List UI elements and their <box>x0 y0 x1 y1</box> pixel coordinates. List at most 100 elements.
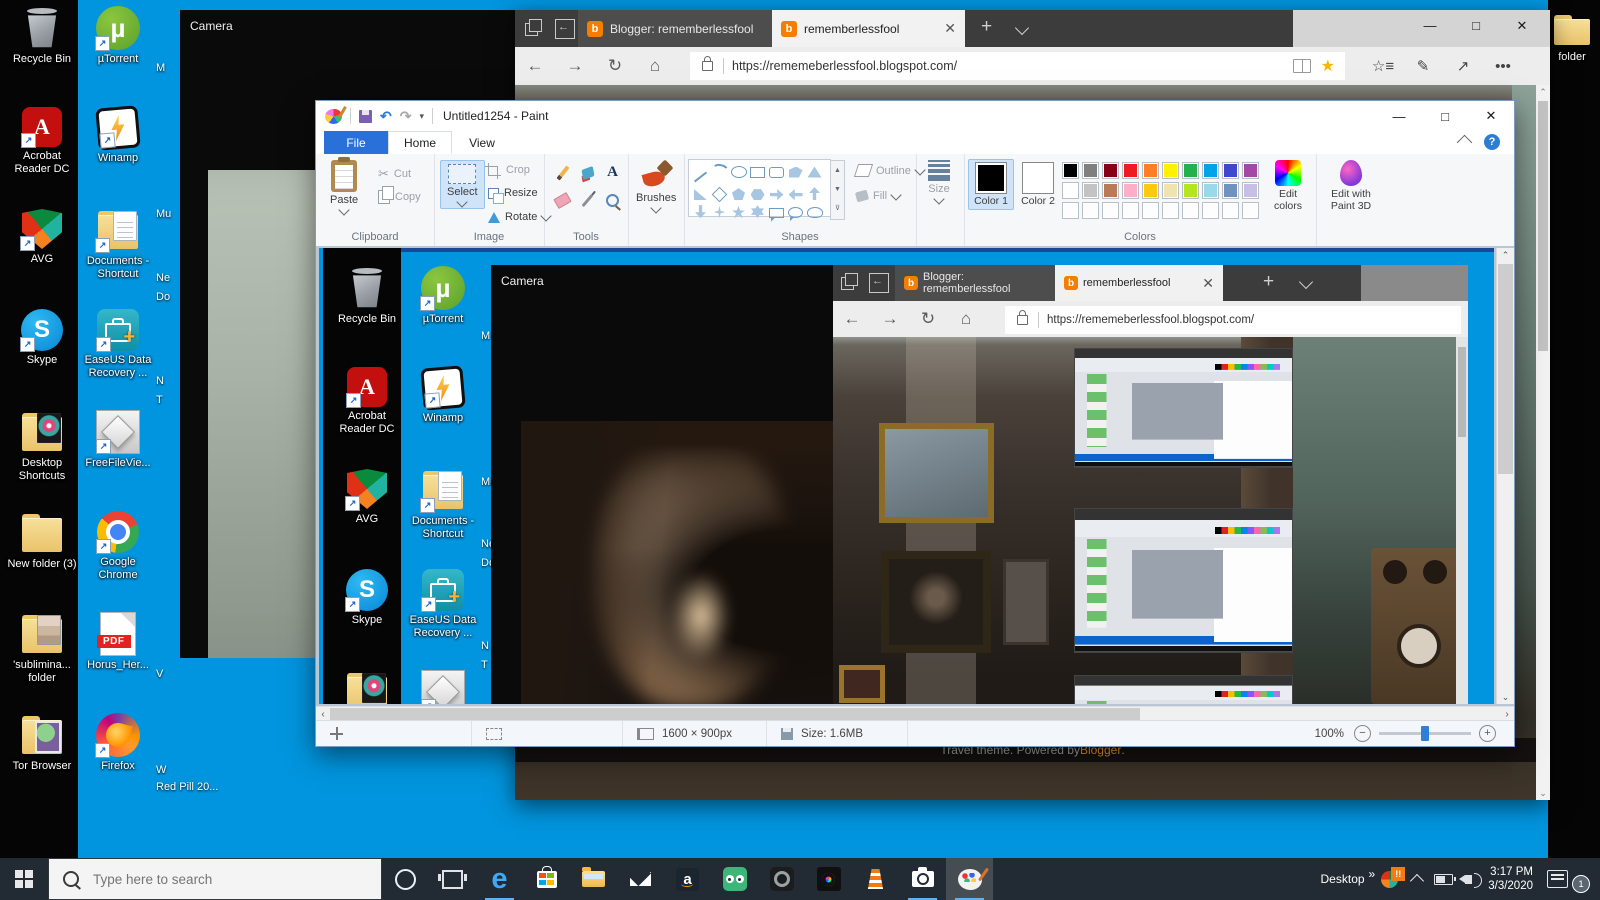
scroll-down-icon[interactable]: ⌄ <box>1497 690 1514 704</box>
palette-empty-slot[interactable] <box>1142 202 1159 219</box>
color-picker-tool-icon[interactable] <box>579 192 596 209</box>
shape-six-point-star[interactable] <box>748 203 767 220</box>
palette-color-880015[interactable] <box>1102 162 1119 179</box>
hidden-icons-chevron-icon[interactable] <box>1410 873 1425 889</box>
desktop-icon-recycle-bin[interactable]: Recycle Bin <box>4 6 80 107</box>
desktop-icon-winamp[interactable]: Winamp <box>405 365 481 468</box>
shape-rounded-callout[interactable] <box>767 205 786 222</box>
resize-button[interactable]: Resize <box>488 187 538 204</box>
shape-right-arrow[interactable] <box>767 186 786 203</box>
tab-blogger[interactable]: b Blogger: rememberlessfool <box>578 10 772 47</box>
search-input[interactable] <box>91 870 345 888</box>
shape-four-point-star[interactable] <box>710 204 729 221</box>
desktop-icon-skype[interactable]: S Skype <box>4 309 80 410</box>
maximize-button[interactable]: □ <box>1422 101 1468 131</box>
desktop-icon-sublimina-folder[interactable]: 'sublimina... folder <box>4 612 80 713</box>
tab-close-icon[interactable]: ✕ <box>944 20 956 37</box>
taskbar-amazon-button[interactable]: a <box>664 858 711 900</box>
share-icon[interactable]: ↗ <box>1443 57 1483 75</box>
palette-empty-slot[interactable] <box>1242 202 1259 219</box>
desktop-icon-documents-shortcut[interactable]: Documents - Shortcut <box>80 208 156 309</box>
taskbar-store-button[interactable] <box>523 858 570 900</box>
shape-oval-callout[interactable] <box>786 204 805 221</box>
taskbar-mail-button[interactable] <box>617 858 664 900</box>
palette-color-3f48cc[interactable] <box>1222 162 1239 179</box>
minimize-button[interactable]: — <box>1376 101 1422 131</box>
palette-color-00a2e8[interactable] <box>1202 162 1219 179</box>
shape-up-arrow[interactable] <box>805 185 824 202</box>
palette-color-99d9ea[interactable] <box>1202 182 1219 199</box>
desktop-icon-torrent[interactable]: µ µTorrent <box>405 266 481 367</box>
url-text[interactable]: https://rememeberlessfool.blogspot.com/ <box>732 59 957 73</box>
palette-empty-slot[interactable] <box>1182 202 1199 219</box>
undo-icon[interactable]: ↶ <box>380 108 392 125</box>
start-button[interactable] <box>0 858 48 900</box>
tab-file[interactable]: File <box>324 131 388 154</box>
back-icon[interactable]: ← <box>515 56 555 76</box>
cut-button[interactable]: ✂ Cut <box>378 166 411 182</box>
palette-empty-slot[interactable] <box>1102 202 1119 219</box>
fill-bucket-tool-icon[interactable] <box>579 164 596 181</box>
more-menu-icon[interactable]: ••• <box>1483 58 1523 75</box>
reading-view-icon[interactable] <box>1292 59 1311 73</box>
shape-right-triangle[interactable] <box>691 186 710 203</box>
shape-hexagon[interactable] <box>748 186 767 203</box>
desktop-icon-torrent[interactable]: µ µTorrent <box>80 6 156 107</box>
palette-color-fff200[interactable] <box>1162 162 1179 179</box>
shape-rounded-rectangle[interactable] <box>767 164 786 181</box>
desktop-icon-acrobat-reader-dc[interactable]: AAcrobat Reader DC <box>329 367 405 468</box>
select-button[interactable]: Select <box>440 160 485 209</box>
zoom-slider-thumb[interactable] <box>1421 726 1429 741</box>
desktop-icon-tor-browser[interactable]: Tor Browser <box>4 713 80 814</box>
palette-color-c8bfe7[interactable] <box>1242 182 1259 199</box>
shape-down-arrow[interactable] <box>691 203 710 220</box>
taskbar-file-explorer-button[interactable] <box>570 858 617 900</box>
palette-empty-slot[interactable] <box>1062 202 1079 219</box>
customize-toolbar-chevron-icon[interactable]: ▾ <box>419 111 424 122</box>
desktop-icon-new-folder-3[interactable]: New folder (3) <box>4 511 80 612</box>
tray-overflow-chevrons[interactable]: » <box>1369 867 1376 881</box>
color1-button[interactable]: Color 1 <box>968 159 1014 210</box>
battery-icon[interactable] <box>1434 873 1457 885</box>
palette-color-22b14c[interactable] <box>1182 162 1199 179</box>
palette-color-ed1c24[interactable] <box>1122 162 1139 179</box>
scrollbar-thumb[interactable] <box>1538 101 1548 351</box>
magnifier-tool-icon[interactable] <box>604 192 621 209</box>
palette-empty-slot[interactable] <box>1162 202 1179 219</box>
pencil-tool-icon[interactable] <box>554 164 571 181</box>
desktop-icon-firefox[interactable]: Firefox <box>80 713 156 814</box>
taskbar-webcam-app-button[interactable] <box>758 858 805 900</box>
refresh-icon[interactable]: ↻ <box>595 56 635 76</box>
fill-button[interactable]: Fill <box>854 189 902 203</box>
taskbar-tripadvisor-button[interactable] <box>711 858 758 900</box>
favorite-star-icon[interactable]: ★ <box>1321 56 1335 76</box>
canvas-vertical-scrollbar[interactable]: ⌃ ⌄ <box>1496 248 1514 704</box>
minimize-button[interactable]: — <box>1407 10 1453 40</box>
desktop-icon-desktop-shortcuts[interactable]: Desktop Shortcuts <box>4 410 80 511</box>
copy-button[interactable]: Copy <box>378 186 421 204</box>
scroll-down-icon[interactable]: ⌄ <box>1536 786 1550 800</box>
close-button[interactable]: ✕ <box>1468 101 1514 131</box>
palette-color-b97a57[interactable] <box>1102 182 1119 199</box>
desktop-icon-freefilevie[interactable]: FreeFileVie... <box>405 670 481 704</box>
palette-color-ff7f27[interactable] <box>1142 162 1159 179</box>
shape-left-arrow[interactable] <box>786 186 805 203</box>
palette-color-efe4b0[interactable] <box>1162 182 1179 199</box>
desktop-icon-desktop-shortcuts[interactable]: Desktop Shortcuts <box>329 670 405 704</box>
restore-tabs-icon[interactable] <box>555 19 575 39</box>
palette-color-ffffff[interactable] <box>1062 182 1079 199</box>
scroll-up-icon[interactable]: ⌃ <box>1497 248 1514 262</box>
desktop-icon-easeus-data-recovery[interactable]: +EaseUS Data Recovery ... <box>80 309 156 410</box>
desktop-icon-documents-shortcut[interactable]: Documents - Shortcut <box>405 468 481 569</box>
edit-with-paint3d-button[interactable]: Edit with Paint 3D <box>1323 160 1379 212</box>
shape-five-point-star[interactable] <box>729 204 748 221</box>
taskbar-cortana-button[interactable] <box>382 858 429 900</box>
palette-color-7f7f7f[interactable] <box>1082 162 1099 179</box>
shape-oval[interactable] <box>729 163 748 180</box>
zoom-out-icon[interactable]: − <box>1354 725 1371 742</box>
paint-window[interactable]: ↶ ↷ ▾ Untitled1254 - Paint — □ ✕ File Ho… <box>315 100 1515 747</box>
taskbar-search[interactable] <box>48 858 382 900</box>
desktop-icon-winamp[interactable]: Winamp <box>80 105 156 208</box>
close-button[interactable]: ✕ <box>1499 11 1545 41</box>
tray-clock[interactable]: 3:17 PM 3/3/2020 <box>1488 865 1533 893</box>
